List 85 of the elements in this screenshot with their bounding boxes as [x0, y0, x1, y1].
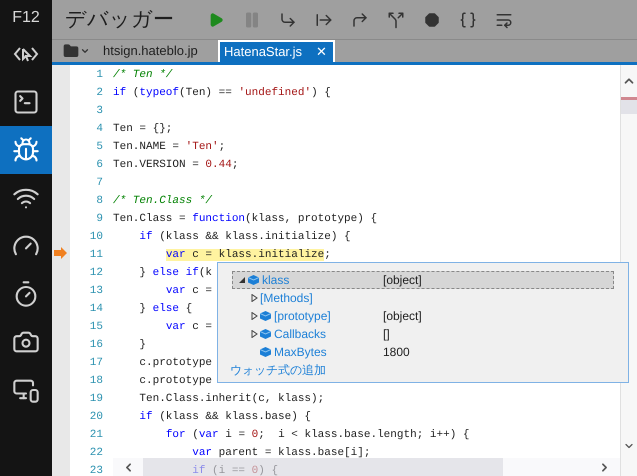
- console-icon: [12, 88, 40, 116]
- object-icon: [248, 275, 259, 285]
- property-name: MaxBytes: [274, 344, 327, 361]
- line-number: 11: [88, 248, 103, 263]
- datatip-row[interactable]: MaxBytes 1800: [232, 343, 614, 361]
- line-number: 18: [88, 374, 103, 389]
- code-line: if (typeof(Ten) == 'undefined') {: [113, 86, 331, 101]
- line-number: 3: [95, 104, 103, 119]
- line-number: 7: [95, 176, 103, 191]
- horizontal-scrollbar[interactable]: [113, 458, 620, 476]
- code-line: for (var i = 0; i < klass.base.length; i++) {: [166, 428, 470, 443]
- code-line: /* Ten */: [113, 68, 172, 83]
- datatip-row[interactable]: [prototype] [object]: [232, 307, 614, 325]
- expanded-icon[interactable]: [238, 276, 246, 284]
- property-value: []: [383, 326, 390, 343]
- collapsed-icon[interactable]: [250, 312, 258, 320]
- close-tab-button[interactable]: ✕: [316, 42, 328, 62]
- line-number: 19: [88, 392, 103, 407]
- line-number: 1: [95, 68, 103, 83]
- code-line: var c = klass.initialize;: [166, 248, 331, 263]
- f12-label: F12: [12, 8, 40, 28]
- collapsed-icon[interactable]: [250, 294, 258, 302]
- folder-icon: [62, 43, 78, 59]
- line-number: 21: [88, 428, 103, 443]
- step-out-icon: [351, 10, 369, 28]
- collapsed-icon[interactable]: [250, 330, 258, 338]
- code-line: Ten.VERSION = 0.44;: [113, 158, 238, 173]
- property-value: [object]: [383, 308, 422, 325]
- code-line: var c =: [166, 320, 212, 335]
- line-number: 15: [88, 320, 103, 335]
- code-line: Ten.Class.inherit(c, klass);: [139, 392, 324, 407]
- play-icon: [208, 12, 224, 28]
- caret-icon: [80, 46, 90, 56]
- step-into-icon: [279, 10, 297, 28]
- pause-icon: [243, 10, 261, 28]
- property-name: [Methods]: [260, 290, 313, 307]
- code-line: c.prototype: [139, 374, 212, 389]
- property-name: [prototype]: [274, 308, 331, 325]
- code-line: if (klass && klass.initialize) {: [139, 230, 351, 245]
- file-tab[interactable]: HatenaStar.js ✕: [218, 40, 336, 62]
- line-number: 2: [95, 86, 103, 101]
- property-value: 1800: [383, 344, 410, 361]
- code-line: } else {: [139, 302, 192, 317]
- datatip-row[interactable]: [Methods]: [232, 289, 614, 307]
- code-line: Ten.Class = function(klass, prototype) {: [113, 212, 378, 227]
- code-line: var c =: [166, 284, 212, 299]
- line-number: 13: [88, 284, 103, 299]
- line-number: 10: [88, 230, 103, 245]
- line-number: 22: [88, 446, 103, 461]
- scroll-thumb[interactable]: [621, 97, 637, 114]
- line-number: 20: [88, 410, 103, 425]
- line-number: 16: [88, 338, 103, 353]
- line-number: 6: [95, 158, 103, 173]
- bug-icon: [12, 136, 40, 164]
- code-line: }: [139, 338, 146, 353]
- line-number: 9: [95, 212, 103, 227]
- line-number: 17: [88, 356, 103, 371]
- file-tab[interactable]: htsign.hateblo.jp: [96, 40, 218, 62]
- line-number: 12: [88, 266, 103, 281]
- panel-title: デバッガー: [65, 6, 175, 33]
- code-line: var parent = klass.base[i];: [192, 446, 370, 461]
- object-icon: [260, 329, 271, 339]
- property-name: klass: [262, 272, 290, 289]
- code-line: } else if(k: [139, 266, 212, 281]
- code-line: Ten.NAME = 'Ten';: [113, 140, 226, 155]
- split-icon: [387, 10, 405, 28]
- property-name: Callbacks: [274, 326, 326, 343]
- add-watch-link[interactable]: ウォッチ式の追加: [230, 361, 614, 379]
- object-icon: [260, 311, 271, 321]
- code-line: /* Ten.Class */: [113, 194, 212, 209]
- line-number: 23: [88, 464, 103, 476]
- line-number: 14: [88, 302, 103, 317]
- datatip-row[interactable]: klass [object]: [232, 271, 614, 289]
- code-line: c.prototype: [139, 356, 212, 371]
- braces-icon: [459, 10, 477, 28]
- property-value: [object]: [383, 272, 422, 289]
- line-number: 4: [95, 122, 103, 137]
- code-line: if (klass && klass.base) {: [139, 410, 312, 425]
- code-line: Ten = {};: [113, 122, 172, 137]
- object-icon: [260, 347, 271, 357]
- code-line: if (i == 0) {: [192, 464, 278, 476]
- scroll-thumb[interactable]: [143, 458, 503, 476]
- line-number: 5: [95, 140, 103, 155]
- line-number: 8: [95, 194, 103, 209]
- datatip-row[interactable]: Callbacks []: [232, 325, 614, 343]
